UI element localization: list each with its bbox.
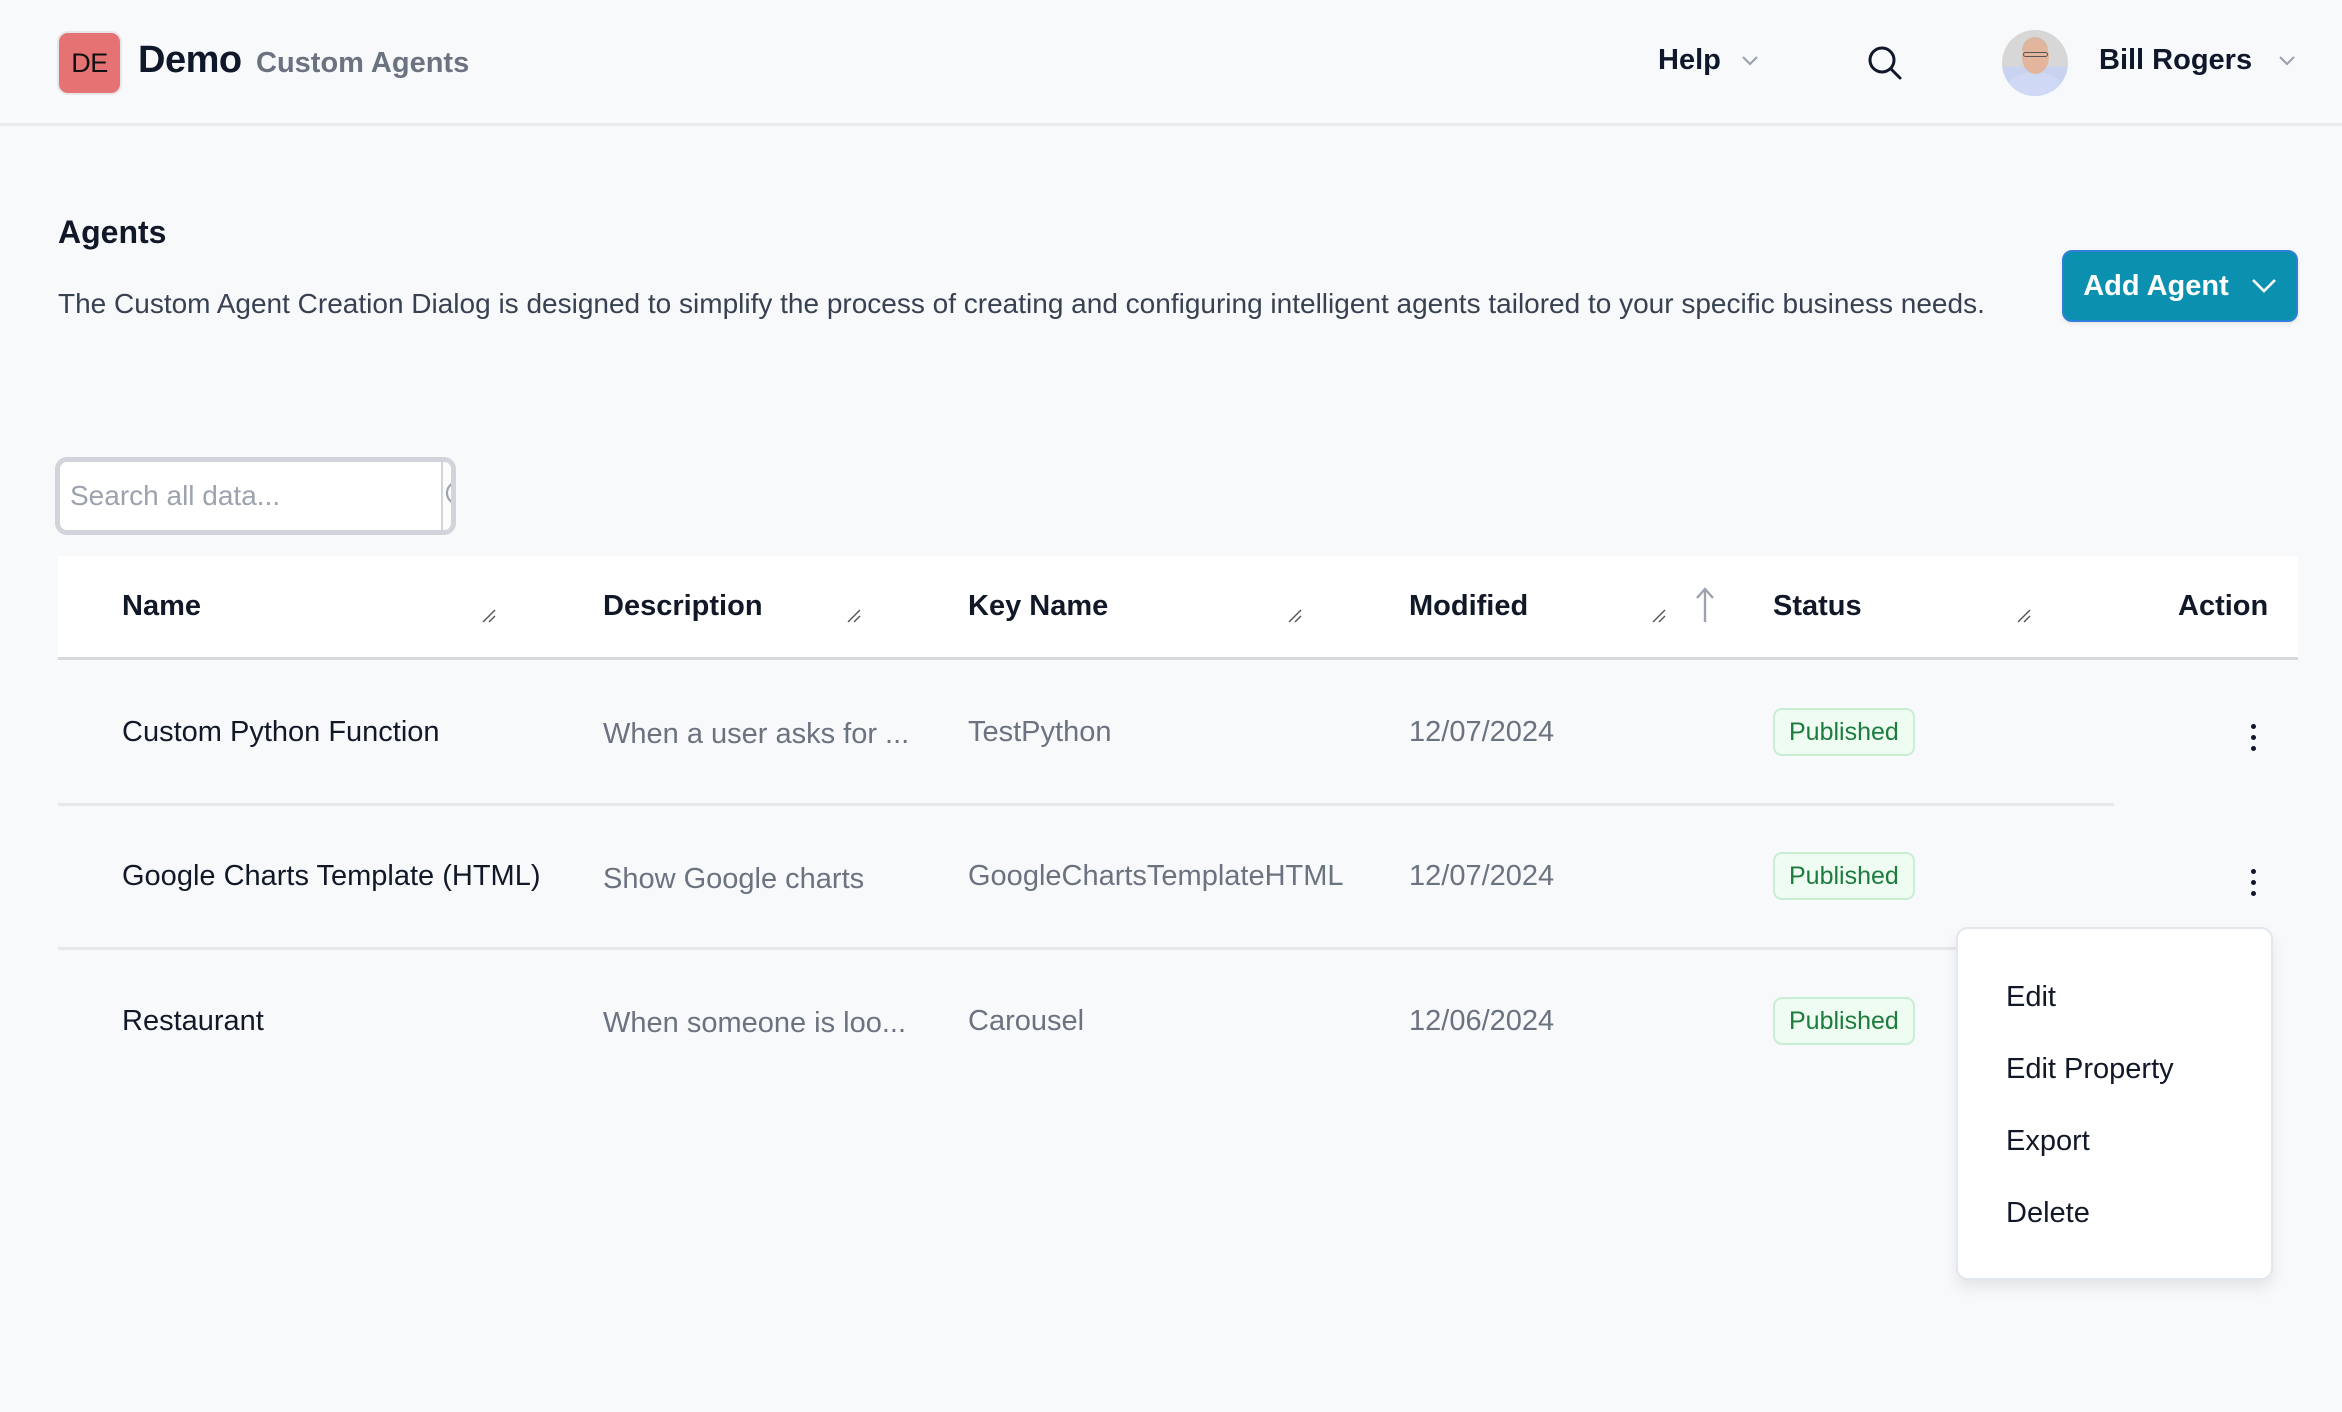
- agent-description: When a user asks for ...: [603, 718, 910, 750]
- column-resize-handle[interactable]: [2016, 608, 2032, 624]
- help-label: Help: [1658, 44, 1721, 76]
- agent-description: When someone is loo...: [603, 1007, 907, 1039]
- search-button[interactable]: [441, 462, 451, 530]
- status-badge: Published: [1773, 708, 1915, 756]
- section-title: Custom Agents: [256, 47, 470, 79]
- workspace-logo-badge[interactable]: DE: [57, 31, 122, 95]
- user-name: Bill Rogers: [2099, 44, 2253, 76]
- avatar-glasses: [2023, 52, 2048, 57]
- agent-modified-date: 12/07/2024: [1409, 716, 1555, 748]
- add-agent-label: Add Agent: [2083, 269, 2229, 302]
- status-badge: Published: [1773, 997, 1915, 1045]
- page-description: The Custom Agent Creation Dialog is desi…: [58, 288, 1985, 319]
- menu-item-delete[interactable]: Delete: [2006, 1197, 2090, 1230]
- agent-description: Show Google charts: [603, 863, 865, 895]
- sort-ascending-icon[interactable]: [1694, 586, 1716, 624]
- column-header-key-name[interactable]: Key Name: [968, 590, 1108, 623]
- column-resize-handle[interactable]: [1651, 608, 1667, 624]
- add-agent-button[interactable]: Add Agent: [2062, 250, 2298, 322]
- chevron-down-icon: [2279, 55, 2295, 66]
- agent-key-name: TestPython: [968, 716, 1112, 748]
- column-resize-handle[interactable]: [1287, 608, 1303, 624]
- row-actions-menu: Edit Edit Property Export Delete: [1956, 927, 2273, 1280]
- column-header-status[interactable]: Status: [1773, 590, 1862, 623]
- column-header-description[interactable]: Description: [603, 590, 763, 623]
- agent-key-name: GoogleChartsTemplateHTML: [968, 860, 1344, 892]
- search-input[interactable]: [60, 462, 441, 530]
- status-badge: Published: [1773, 852, 1915, 900]
- chevron-down-icon: [1742, 55, 1758, 66]
- agent-name[interactable]: Custom Python Function: [122, 716, 440, 749]
- table-row[interactable]: Custom Python Function When a user asks …: [58, 660, 2298, 804]
- agent-modified-date: 12/07/2024: [1409, 860, 1555, 892]
- help-menu-button[interactable]: Help: [1658, 44, 1759, 77]
- avatar-face: [2022, 40, 2049, 74]
- page-title: Agents: [58, 214, 167, 250]
- column-resize-handle[interactable]: [481, 608, 497, 624]
- column-header-modified[interactable]: Modified: [1409, 590, 1528, 623]
- avatar-shirt: [2008, 72, 2062, 96]
- row-actions-button[interactable]: [2241, 717, 2265, 757]
- top-navigation-bar: DE Demo Custom Agents Help Bill Rogers: [0, 0, 2342, 126]
- agent-modified-date: 12/06/2024: [1409, 1005, 1555, 1037]
- table-search: [55, 457, 456, 535]
- agent-key-name: Carousel: [968, 1005, 1085, 1037]
- user-menu-button[interactable]: Bill Rogers: [2099, 44, 2296, 77]
- agent-name[interactable]: Google Charts Template (HTML): [122, 860, 541, 893]
- chevron-down-icon: [2251, 279, 2276, 293]
- row-actions-button[interactable]: [2241, 862, 2265, 902]
- table-header: Name Description Key Name Modified Statu…: [58, 556, 2298, 660]
- user-avatar[interactable]: [2002, 30, 2068, 96]
- search-icon: [445, 483, 451, 503]
- column-header-action: Action: [2178, 590, 2269, 622]
- agent-name[interactable]: Restaurant: [122, 1005, 264, 1038]
- app-name[interactable]: Demo: [138, 39, 242, 82]
- search-icon[interactable]: [1866, 44, 1904, 82]
- column-header-name[interactable]: Name: [122, 590, 201, 623]
- menu-item-edit-property[interactable]: Edit Property: [2006, 1053, 2174, 1086]
- menu-item-edit[interactable]: Edit: [2006, 981, 2056, 1014]
- menu-item-export[interactable]: Export: [2006, 1125, 2090, 1158]
- column-resize-handle[interactable]: [846, 608, 862, 624]
